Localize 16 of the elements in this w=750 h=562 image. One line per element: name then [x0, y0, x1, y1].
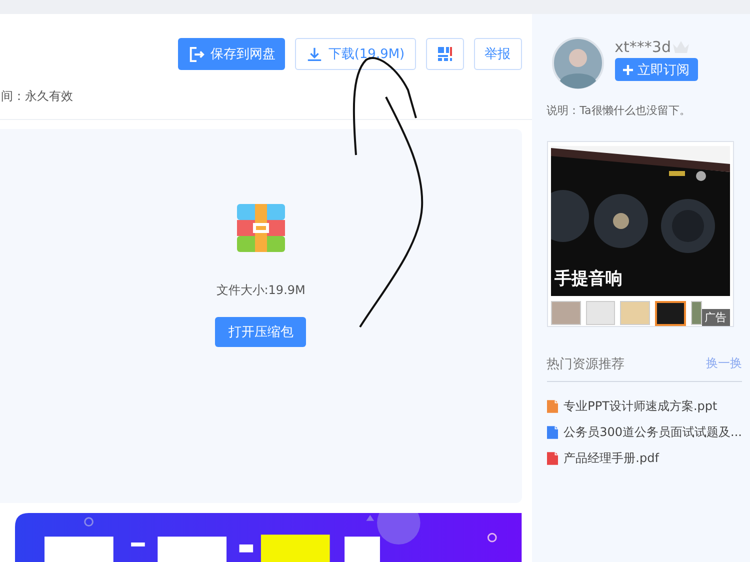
user-description: 说明：Ta很懒什么也没留下。 — [546, 103, 692, 118]
report-button[interactable]: 举报 — [474, 38, 522, 70]
ad-label: 广告 — [702, 309, 730, 326]
section-title: 热门资源推荐 — [546, 356, 625, 373]
resource-link[interactable]: 产品经理手册.pdf — [564, 450, 659, 466]
open-archive-button[interactable]: 打开压缩包 — [215, 317, 306, 347]
validity-text: 间：永久有效 — [1, 88, 74, 105]
resource-link[interactable]: 公务员300道公务员面试试题及... — [564, 424, 742, 440]
resource-link[interactable]: 专业PPT设计师速成方案.ppt — [564, 398, 718, 414]
ad-caption: 手提音响 — [554, 268, 623, 290]
file-size-text: 文件大小:19.9M — [216, 282, 306, 299]
save-to-disk-button[interactable]: 保存到网盘 — [178, 38, 286, 70]
subscribe-button[interactable]: 立即订阅 — [614, 58, 698, 81]
download-button[interactable]: 下载(19.9M) — [295, 38, 416, 70]
user-name: xt***3d — [614, 38, 671, 56]
refresh-link[interactable]: 换一换 — [706, 355, 742, 373]
